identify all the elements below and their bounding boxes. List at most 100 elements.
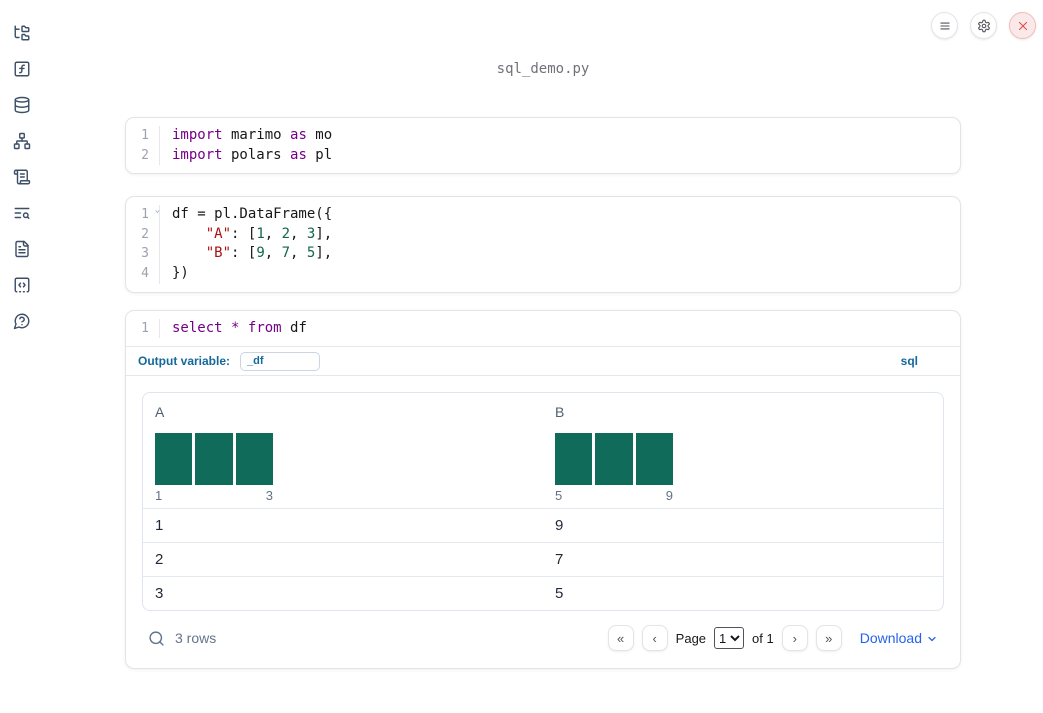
first-page-button[interactable]: « [607, 625, 634, 652]
pagination: « ‹ Page 1 of 1 › » Download [607, 625, 938, 652]
table-cell: 9 [555, 517, 564, 535]
last-page-button[interactable]: » [815, 625, 842, 652]
sidebar-item-scratchpad[interactable] [13, 276, 31, 294]
code-line[interactable]: 2 "A": [1, 2, 3], [126, 224, 960, 245]
output-variable-input[interactable] [240, 351, 321, 371]
sidebar-item-data-sources[interactable] [13, 96, 31, 114]
prev-page-button[interactable]: ‹ [641, 625, 668, 652]
table-header-row: A 13 B 59 [143, 393, 943, 508]
shutdown-button[interactable] [1009, 12, 1036, 39]
function-square-icon [14, 61, 30, 77]
cell-imports[interactable]: 1 import marimo as mo 2 import polars as pl [125, 117, 961, 175]
sidebar-item-tracebacks[interactable] [13, 204, 31, 222]
column-histogram [555, 433, 673, 486]
sql-language-badge: sql [900, 354, 918, 369]
gear-icon [977, 19, 990, 32]
sql-output-area: A13B59 192735 3 rows « ‹ Page 1 of 1 › »… [126, 375, 960, 668]
search-icon [149, 631, 164, 646]
page-select[interactable]: 1 [714, 627, 745, 650]
page-total: of 1 [752, 630, 774, 646]
histogram-bar [595, 433, 633, 486]
line-number: 1 [126, 318, 160, 339]
text-search-icon [14, 207, 30, 219]
database-icon [14, 96, 30, 114]
code-editor[interactable]: 1 ⌄ df = pl.DataFrame({2 "A": [1, 2, 3], 3 … [126, 197, 960, 291]
sidebar-item-variables[interactable] [13, 60, 31, 78]
sidebar-item-help[interactable] [13, 312, 31, 330]
notebook: 1 import marimo as mo 2 import polars as pl… [125, 117, 961, 670]
download-label: Download [859, 630, 922, 647]
helper-panel-sidebar [0, 0, 44, 713]
histogram-bar [635, 433, 673, 486]
table-body: 192735 [143, 508, 943, 610]
code-line[interactable]: 1 ⌄ df = pl.DataFrame({ [126, 205, 960, 225]
sidebar-item-file-explorer[interactable] [13, 24, 31, 42]
code-line[interactable]: 4}) [126, 263, 960, 284]
histogram-bar [235, 433, 273, 486]
download-button[interactable]: Download [860, 630, 938, 646]
dataframe-table: A13B59 192735 [142, 392, 944, 612]
column-header-A[interactable]: A 13 [143, 393, 543, 508]
code-text: select * from df [172, 319, 307, 336]
fold-chevron-icon[interactable]: ⌄ [155, 206, 160, 215]
table-cell: 1 [155, 517, 164, 535]
chevron-down-icon [928, 637, 936, 642]
code-editor[interactable]: 1 import marimo as mo 2 import polars as pl [126, 118, 960, 173]
sidebar-item-dependency-graph[interactable] [13, 132, 31, 150]
code-text: df = pl.DataFrame({ [172, 206, 333, 223]
table-row[interactable]: 27 [143, 542, 943, 576]
notebook-actions [931, 12, 1036, 39]
table-cell: 2 [155, 551, 164, 569]
line-number: 2 [126, 224, 160, 245]
file-text-icon [15, 240, 29, 258]
line-number: 3 [126, 244, 160, 264]
folder-tree-icon [14, 25, 30, 41]
notebook-filename: sql_demo.py [496, 61, 590, 77]
column-label: B [555, 404, 565, 421]
line-number: 2 [126, 145, 160, 166]
hamburger-icon [939, 22, 950, 29]
code-line[interactable]: 1 import marimo as mo [126, 126, 960, 146]
notebook-menu-button[interactable] [931, 12, 958, 39]
line-number: 1 [126, 126, 160, 146]
column-label: A [155, 404, 165, 421]
code-text: }) [172, 264, 189, 281]
code-text: import marimo as mo [172, 127, 333, 143]
next-page-button[interactable]: › [781, 625, 808, 652]
histogram-bar [155, 433, 193, 486]
code-line[interactable]: 2 import polars as pl [126, 145, 960, 166]
settings-button[interactable] [970, 12, 997, 39]
sql-editor[interactable]: 1 select * from df [126, 311, 960, 347]
line-number: 1 ⌄ [126, 205, 160, 225]
row-count: 3 rows [175, 630, 217, 647]
close-icon [1018, 21, 1027, 30]
scratchpad-icon [14, 277, 30, 293]
table-cell: 7 [555, 551, 564, 569]
table-cell: 3 [155, 585, 164, 603]
table-search-button[interactable] [148, 630, 165, 647]
column-header-B[interactable]: B 59 [543, 393, 943, 508]
code-text: import polars as pl [172, 146, 333, 163]
code-line[interactable]: 1 select * from df [126, 318, 960, 339]
histogram-range-labels: 59 [555, 488, 673, 504]
cell-sql[interactable]: 1 select * from df Output variable: sql A… [125, 309, 961, 670]
output-variable-label: Output variable: [138, 354, 231, 369]
table-footer: 3 rows « ‹ Page 1 of 1 › » Download [142, 620, 944, 656]
page-label: Page [675, 630, 707, 646]
histogram-range-labels: 13 [155, 488, 273, 504]
histogram-bar [555, 433, 593, 486]
code-text: "A": [1, 2, 3], [205, 225, 333, 242]
table-cell: 5 [555, 585, 564, 603]
code-text: "B": [9, 7, 5], [205, 245, 333, 262]
table-row[interactable]: 19 [143, 508, 943, 542]
sql-output-variable-row: Output variable: sql [126, 346, 960, 375]
histogram-bar [195, 433, 233, 486]
sidebar-item-documentation[interactable] [13, 240, 31, 258]
table-row[interactable]: 35 [143, 576, 943, 610]
code-line[interactable]: 3 "B": [9, 7, 5], [126, 244, 960, 264]
sidebar-item-logs[interactable] [13, 168, 31, 186]
network-icon [13, 132, 31, 150]
help-circle-icon [13, 313, 30, 330]
cell-dataframe[interactable]: 1 ⌄ df = pl.DataFrame({2 "A": [1, 2, 3], 3 … [125, 196, 961, 293]
column-histogram [155, 433, 273, 486]
